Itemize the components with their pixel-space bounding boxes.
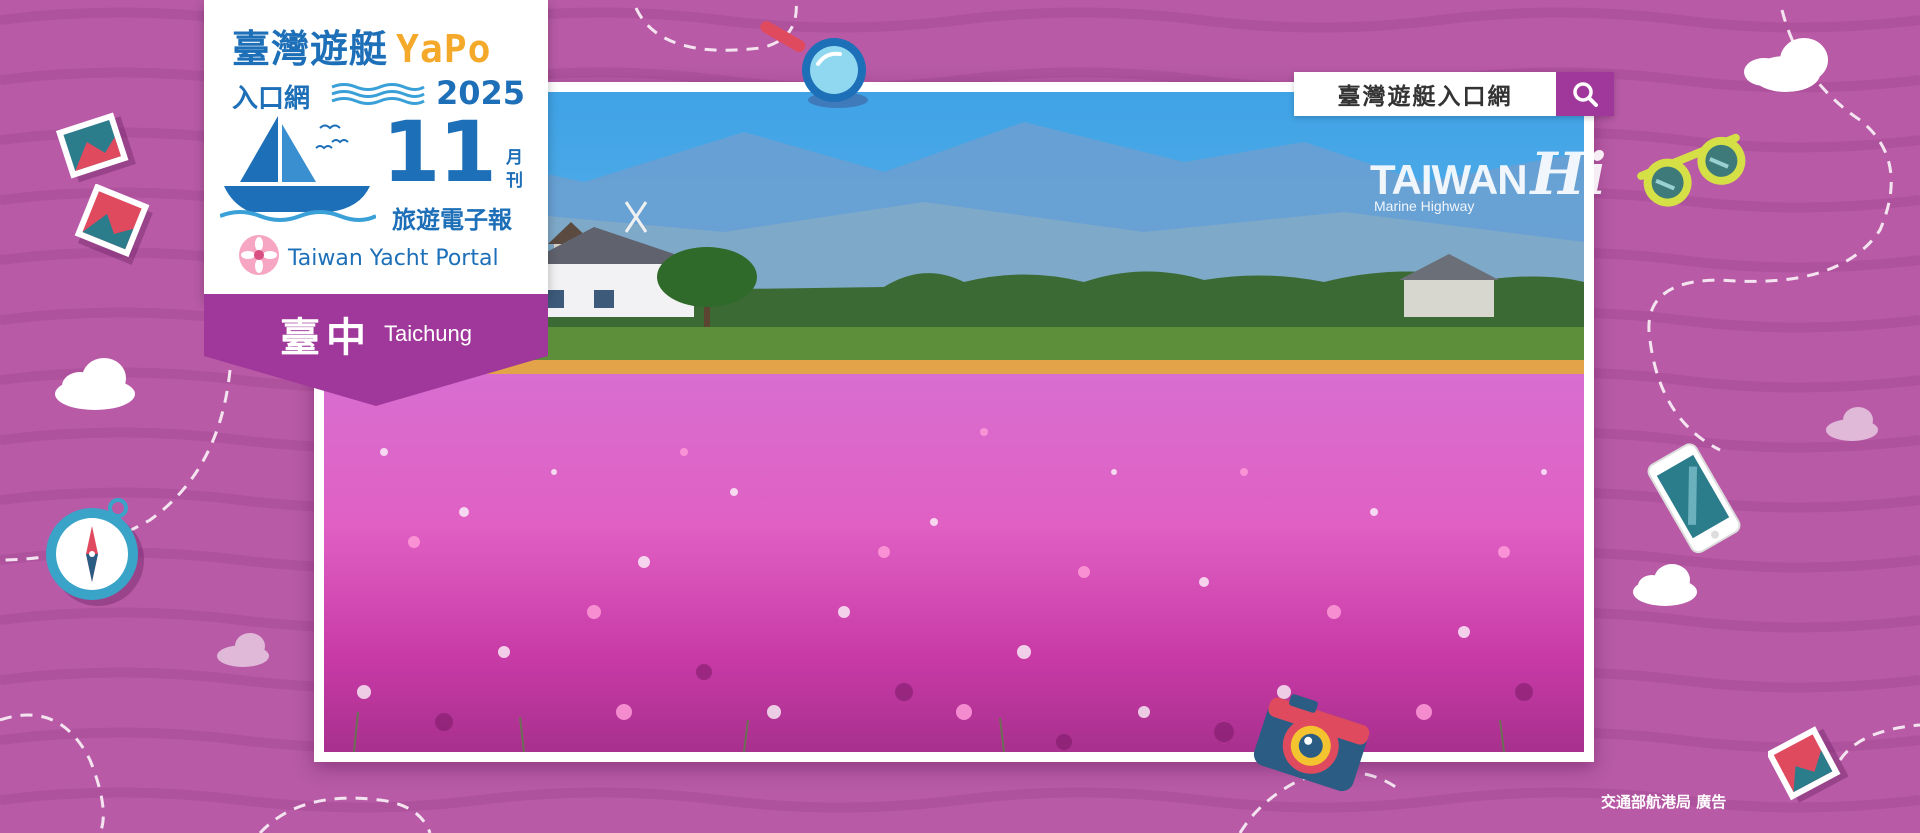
postcard-icon [56, 112, 136, 183]
city-name-zh: 臺中 [279, 315, 372, 361]
sunglasses-icon [1637, 133, 1746, 207]
city-name-en: Taichung [383, 321, 473, 346]
city-ribbon: 臺中 Taichung [204, 294, 548, 406]
brand-title: 臺灣遊艇 YaPo [232, 18, 492, 73]
issue-number: 11 [382, 103, 497, 201]
issue-unit: 月刊 [502, 148, 522, 194]
brand-title-zh: 臺灣遊艇 [232, 27, 389, 71]
watermark-hi: Hi [1530, 140, 1607, 208]
search-bar: 臺灣遊艇入口網 [1294, 72, 1614, 116]
brand-title-en: YaPo [396, 27, 492, 71]
phone-icon [1647, 443, 1741, 554]
search-button[interactable] [1556, 72, 1614, 116]
postcard-icon [1768, 726, 1849, 803]
ship-icon [220, 116, 376, 222]
compass-icon [46, 498, 144, 606]
postcard-icon [74, 184, 153, 265]
portal-name: Taiwan Yacht Portal [288, 246, 499, 271]
search-input[interactable]: 臺灣遊艇入口網 [1294, 72, 1556, 116]
flower-icon [239, 235, 279, 275]
logo-card[interactable]: 臺灣遊艇 YaPo 入口網 2025 11 月刊 旅遊電子報 Taiwan Yac… [204, 0, 548, 298]
brand-subtitle: 入口網 [232, 84, 311, 114]
brand-description: 旅遊電子報 [392, 206, 512, 234]
magnifier-icon [760, 21, 868, 108]
footer-note: 交通部航港局 廣告 [1601, 793, 1727, 811]
watermark-main: TAIWAN [1370, 156, 1528, 203]
camera-icon [1253, 694, 1370, 792]
taiwan-hi-watermark: TAIWANHi Marine Highway [1370, 140, 1607, 214]
search-icon [1573, 82, 1598, 107]
